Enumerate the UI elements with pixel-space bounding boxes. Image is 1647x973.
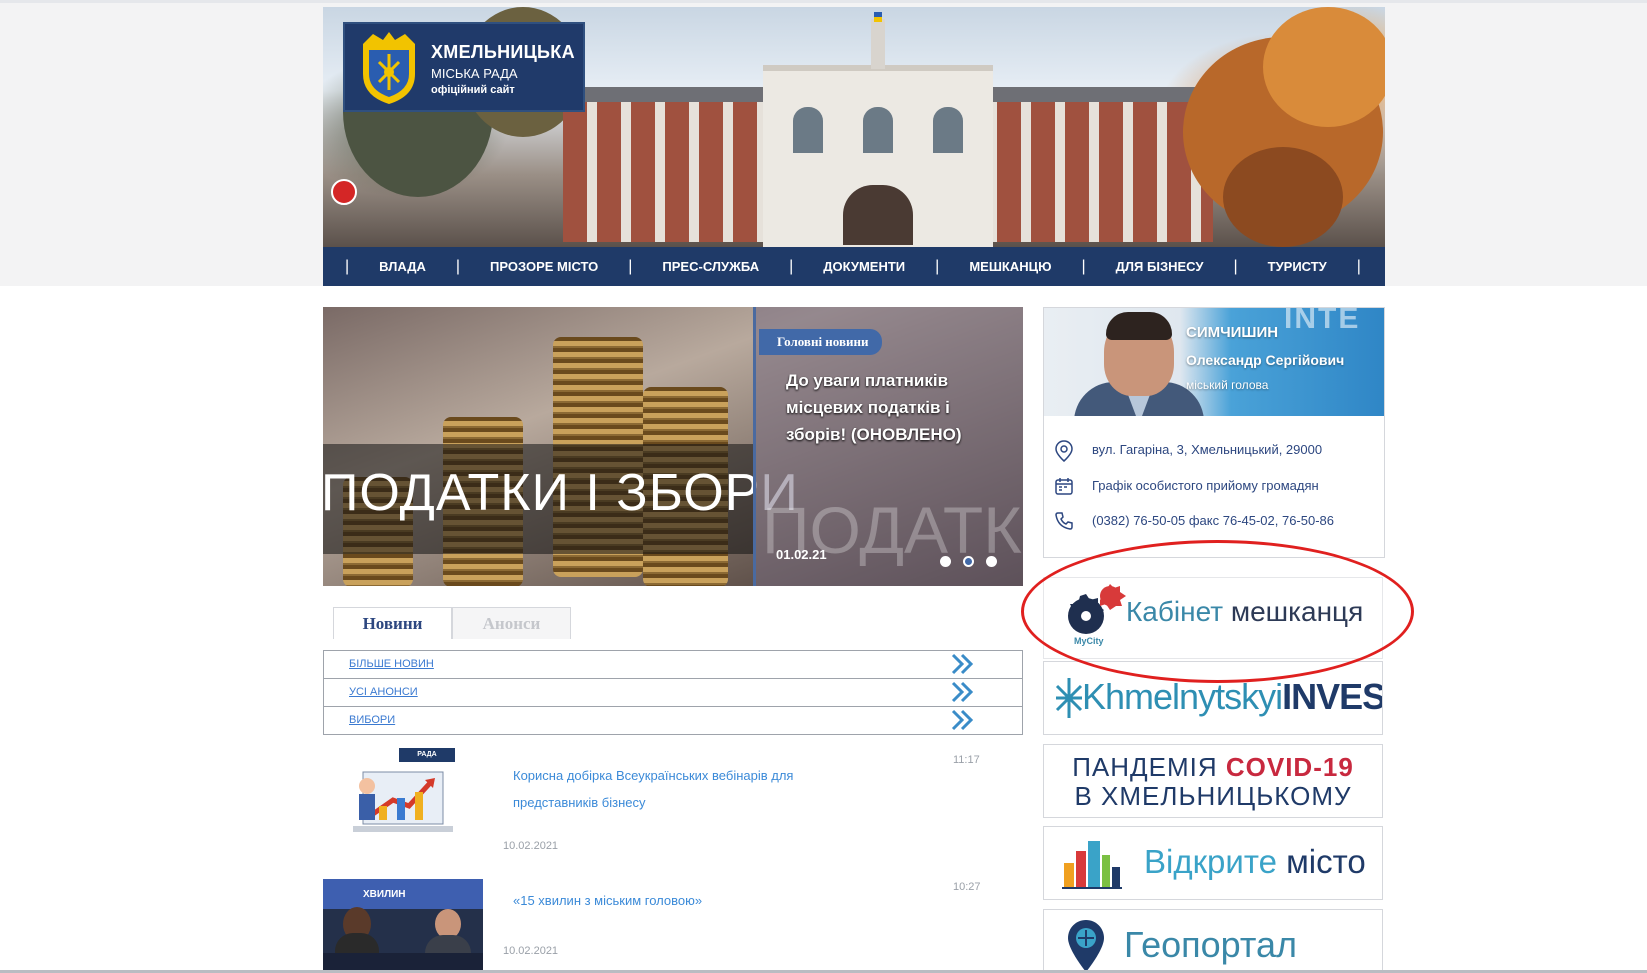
mayor-photo-bg-text: INTE	[1284, 308, 1361, 335]
business-illustration-icon	[353, 771, 453, 832]
banner-covid[interactable]: ПАНДЕМІЯ COVID-19 В ХМЕЛЬНИЦЬКОМУ	[1043, 744, 1383, 818]
tab-news[interactable]: Новини	[333, 607, 452, 639]
slider-dot-1[interactable]	[940, 556, 951, 567]
slider-dot-3[interactable]	[986, 556, 997, 567]
invest-ornament-icon	[1055, 678, 1083, 718]
calendar-icon	[1055, 478, 1073, 495]
mayor-surname: СИМЧИШИН	[1186, 324, 1279, 341]
banner-open-city[interactable]: Відкрите місто	[1043, 826, 1383, 900]
slider-dot-2[interactable]	[963, 556, 974, 567]
double-chevron-right-icon[interactable]	[950, 653, 974, 675]
logo-subtitle: МІСЬКА РАДА	[431, 66, 518, 81]
city-crest-icon	[363, 32, 415, 104]
news-thumbnail[interactable]: РАДА	[323, 748, 483, 848]
banner-covid-word: ПАНДЕМІЯ	[1072, 752, 1218, 782]
news-item[interactable]: РАДА Корисна добірка Всеукраїнських вебі…	[323, 748, 1023, 858]
mayor-phones: (0382) 76-50-05 факс 76-45-02, 76-50-86	[1054, 511, 1374, 530]
main-nav: | ВЛАДА | ПРОЗОРЕ МІСТО | ПРЕС-СЛУЖБА | …	[323, 247, 1385, 286]
news-item[interactable]: ХВИЛИН «15 хвилин з міським головою» 10:…	[323, 879, 1023, 973]
link-row-all-announcements[interactable]: УСІ АНОНСИ	[323, 678, 1023, 707]
slider-tag: Головні новини	[759, 329, 883, 355]
mayor-name: Олександр Сергійович	[1186, 352, 1345, 368]
double-chevron-right-icon[interactable]	[950, 681, 974, 703]
link-all-announcements[interactable]: УСІ АНОНСИ	[349, 686, 418, 698]
quick-links: БІЛЬШЕ НОВИН УСІ АНОНСИ ВИБОРИ	[323, 650, 1023, 735]
nav-item-transparent-city[interactable]: ПРОЗОРЕ МІСТО	[464, 259, 624, 274]
news-date: 10.02.2021	[503, 945, 559, 957]
slider-caption-panel[interactable]: ПОДАТК Головні новини До уваги платників…	[753, 307, 1023, 586]
nav-item-vlada[interactable]: ВЛАДА	[353, 259, 452, 274]
slider-title[interactable]: До уваги платників місцевих податків і з…	[786, 367, 986, 448]
news-date: 10.02.2021	[503, 840, 559, 852]
annotation-highlight-circle	[1021, 540, 1414, 683]
link-row-elections[interactable]: ВИБОРИ	[323, 706, 1023, 735]
news-slider[interactable]: ПОДАТКИ І ЗБОРИ ПОДАТК Головні новини До…	[323, 307, 1023, 586]
mayor-address-text: вул. Гагаріна, 3, Хмельницький, 29000	[1092, 442, 1323, 457]
no-entry-sign-icon	[331, 179, 357, 205]
mayor-role: міський голова	[1186, 378, 1269, 392]
thumb-label: РАДА	[399, 748, 455, 762]
news-thumbnail[interactable]: ХВИЛИН	[323, 879, 483, 973]
news-tabs: Новини Анонси	[333, 607, 571, 639]
banner-covid-line2: В ХМЕЛЬНИЦЬКОМУ	[1074, 781, 1352, 811]
link-elections[interactable]: ВИБОРИ	[349, 714, 395, 726]
slider-pagination	[940, 556, 997, 567]
banner-invest-part1: Khmelnytskyi	[1082, 676, 1283, 717]
nav-item-business[interactable]: ДЛЯ БІЗНЕСУ	[1090, 259, 1230, 274]
news-time: 10:27	[953, 881, 981, 893]
nav-item-residents[interactable]: МЕШКАНЦЮ	[943, 259, 1077, 274]
banner-covid-line1: ПАНДЕМІЯ COVID-19	[1044, 752, 1382, 783]
mayor-schedule-link[interactable]: Графік особистого прийому громадян	[1092, 476, 1374, 495]
map-pin-icon	[1068, 920, 1104, 972]
banner-covid-highlight: COVID-19	[1225, 752, 1354, 782]
news-title[interactable]: «15 хвилин з міським головою»	[513, 887, 853, 914]
mayor-photo[interactable]: INTE СИМЧИШИН Олександр Сергійович міськ…	[1044, 308, 1384, 416]
banner-open-city-word2: місто	[1286, 843, 1366, 880]
banner-open-city-word1: Відкрите	[1144, 843, 1277, 880]
nav-item-tourists[interactable]: ТУРИСТУ	[1242, 259, 1353, 274]
browser-top-line	[0, 0, 1647, 3]
phone-icon	[1055, 512, 1073, 530]
banner-geoportal-text: Геопортал	[1124, 924, 1297, 965]
logo-title: ХМЕЛЬНИЦЬКА	[431, 42, 575, 62]
nav-item-press[interactable]: ПРЕС-СЛУЖБА	[636, 259, 785, 274]
news-title[interactable]: Корисна добірка Всеукраїнських вебінарів…	[513, 762, 853, 816]
news-time: 11:17	[953, 754, 980, 766]
link-row-more-news[interactable]: БІЛЬШЕ НОВИН	[323, 650, 1023, 679]
tab-announcements[interactable]: Анонси	[452, 607, 571, 639]
nav-item-documents[interactable]: ДОКУМЕНТИ	[797, 259, 931, 274]
slider-image-text: ПОДАТКИ І ЗБОРИ	[323, 464, 799, 522]
ukraine-flag-icon	[874, 12, 882, 22]
slider-date: 01.02.21	[776, 547, 827, 562]
banner-open-city-text: Відкрите місто	[1144, 843, 1366, 881]
city-buildings-icon	[1062, 841, 1122, 889]
thumb-label: ХВИЛИН	[363, 889, 406, 900]
location-pin-icon	[1055, 440, 1073, 462]
banner-invest-part2: INVEST	[1282, 676, 1383, 717]
double-chevron-right-icon[interactable]	[950, 709, 974, 731]
link-more-news[interactable]: БІЛЬШЕ НОВИН	[349, 658, 434, 670]
mayor-schedule[interactable]: Графік особистого прийому громадян	[1054, 476, 1374, 495]
mayor-card: INTE СИМЧИШИН Олександр Сергійович міськ…	[1043, 307, 1385, 558]
logo-caption: офіційний сайт	[431, 84, 515, 96]
site-header: ХМЕЛЬНИЦЬКА МІСЬКА РАДА офіційний сайт |…	[323, 7, 1385, 286]
banner-geoportal[interactable]: Геопортал	[1043, 909, 1383, 973]
mayor-address: вул. Гагаріна, 3, Хмельницький, 29000	[1054, 440, 1374, 462]
site-logo[interactable]: ХМЕЛЬНИЦЬКА МІСЬКА РАДА офіційний сайт	[343, 22, 585, 112]
mayor-phones-text: (0382) 76-50-05 факс 76-45-02, 76-50-86	[1092, 513, 1335, 528]
